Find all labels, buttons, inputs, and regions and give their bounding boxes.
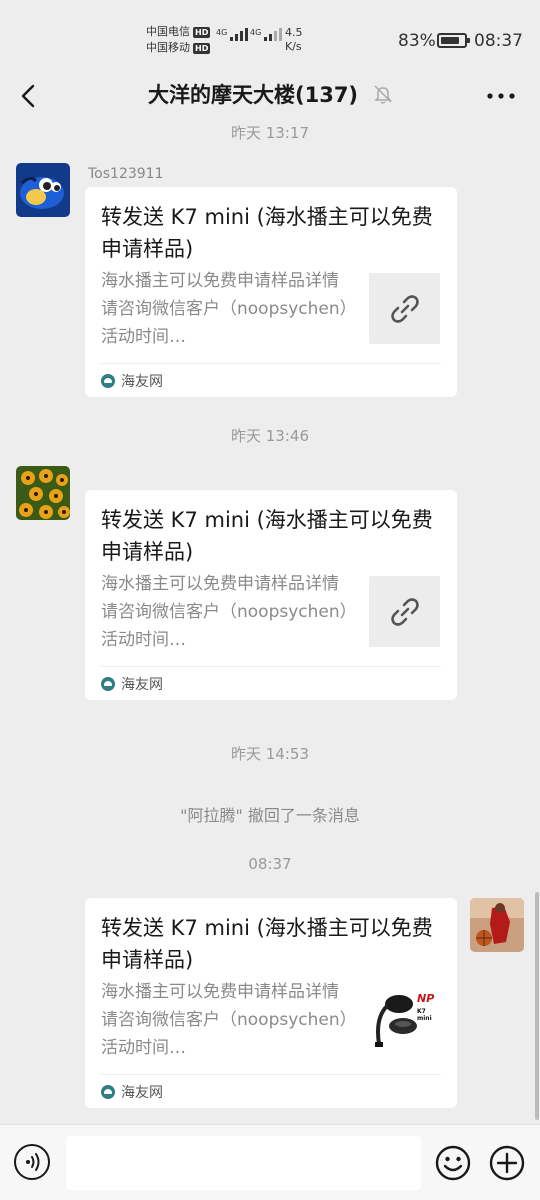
link-description: 海水播主可以免费申请样品详情请咨询微信客户（noopsychen）活动时间…	[101, 271, 349, 347]
avatar-coral-image	[16, 466, 70, 520]
link-source: 海友网	[101, 371, 163, 391]
hd-badge: HD	[193, 42, 211, 54]
carrier-info: 中国电信 HD 中国移动 HD	[146, 24, 211, 56]
link-card[interactable]: 转发送 K7 mini (海水播主可以免费申请样品) 海水播主可以免费申请样品详…	[85, 490, 457, 700]
card-divider	[101, 363, 441, 364]
avatar-basketball-image	[470, 898, 524, 952]
chat-title: 大洋的摩天大楼(137)	[148, 83, 359, 107]
status-bar: 中国电信 HD 中国移动 HD 4G 4G 4.5 K/s 83% 08:37	[0, 0, 540, 80]
product-brand: NP	[417, 992, 435, 1005]
battery-fill	[441, 37, 459, 44]
link-description: 海水播主可以免费申请样品详情请咨询微信客户（noopsychen）活动时间…	[101, 574, 349, 650]
emoji-icon[interactable]	[434, 1144, 472, 1182]
link-title: 转发送 K7 mini (海水播主可以免费申请样品)	[101, 916, 433, 972]
link-card[interactable]: 转发送 K7 mini (海水播主可以免费申请样品) 海水播主可以免费申请样品详…	[85, 187, 457, 397]
battery-percent: 83%	[398, 31, 436, 51]
avatar[interactable]	[470, 898, 524, 952]
time-divider: 昨天 13:17	[231, 124, 309, 140]
more-dots-icon[interactable]	[486, 92, 516, 100]
time-divider: 08:37	[248, 855, 292, 873]
carrier-2: 中国移动	[146, 41, 190, 54]
recall-notice: "阿拉腾" 撤回了一条消息	[180, 806, 360, 825]
source-name: 海友网	[121, 374, 163, 390]
time-divider: 昨天 14:53	[231, 745, 309, 763]
source-logo-icon	[101, 1085, 115, 1099]
source-name: 海友网	[121, 1085, 163, 1101]
message-input[interactable]	[66, 1136, 421, 1190]
time-divider: 昨天 13:46	[231, 427, 309, 445]
link-icon	[390, 597, 419, 626]
product-model: K7 mini	[417, 1008, 432, 1022]
card-divider	[101, 1074, 441, 1075]
link-title: 转发送 K7 mini (海水播主可以免费申请样品)	[101, 205, 433, 261]
link-thumbnail	[369, 576, 440, 647]
avatar[interactable]	[16, 163, 70, 217]
network-speed: 4.5 K/s	[285, 26, 303, 54]
signal-icon: 4G	[216, 28, 249, 41]
scrollbar[interactable]	[535, 892, 539, 1120]
sender-name: Tos123911	[88, 166, 164, 182]
signal-icon: 4G	[250, 28, 283, 41]
link-icon	[390, 294, 419, 323]
carrier-1: 中国电信	[146, 25, 190, 38]
bell-off-icon	[374, 85, 392, 104]
source-logo-icon	[101, 374, 115, 388]
battery-icon	[437, 33, 470, 48]
card-divider	[101, 666, 441, 667]
link-thumbnail: NP K7 mini	[369, 984, 440, 1055]
link-description: 海水播主可以免费申请样品详情请咨询微信客户（noopsychen）活动时间…	[101, 982, 349, 1058]
input-bar	[0, 1124, 540, 1200]
status-time: 08:37	[474, 31, 523, 51]
link-card[interactable]: 转发送 K7 mini (海水播主可以免费申请样品) 海水播主可以免费申请样品详…	[85, 898, 457, 1108]
voice-icon	[26, 1153, 40, 1171]
network-type: 4G	[216, 28, 228, 37]
avatar-fish-image	[16, 163, 70, 217]
voice-button[interactable]	[14, 1144, 50, 1180]
chat-header: 大洋的摩天大楼(137)	[0, 70, 540, 122]
chevron-left-icon[interactable]	[14, 80, 46, 112]
link-thumbnail	[369, 273, 440, 344]
network-type: 4G	[250, 28, 262, 37]
link-source: 海友网	[101, 1082, 163, 1102]
link-title: 转发送 K7 mini (海水播主可以免费申请样品)	[101, 508, 433, 564]
speed-unit: K/s	[285, 40, 302, 53]
plus-icon[interactable]	[488, 1144, 526, 1182]
source-name: 海友网	[121, 677, 163, 693]
speed-value: 4.5	[285, 26, 303, 39]
source-logo-icon	[101, 677, 115, 691]
avatar[interactable]	[16, 466, 70, 520]
hd-badge: HD	[193, 26, 211, 38]
link-source: 海友网	[101, 674, 163, 694]
